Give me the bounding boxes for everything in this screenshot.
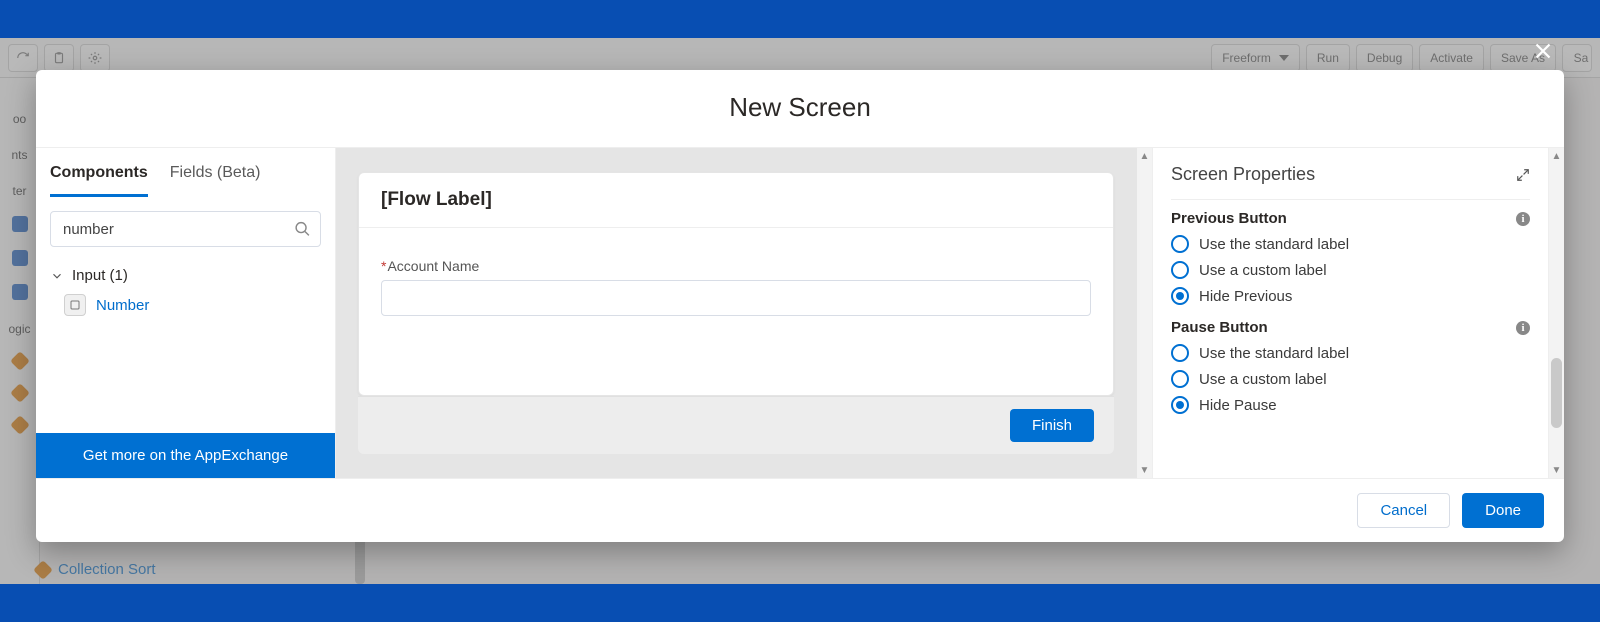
radio-icon [1171, 344, 1189, 362]
gear-icon[interactable] [80, 44, 110, 72]
chevron-down-icon [50, 269, 64, 283]
scroll-down-icon[interactable]: ▼ [1549, 462, 1564, 478]
appexchange-cta[interactable]: Get more on the AppExchange [36, 433, 335, 478]
clipboard-icon[interactable] [44, 44, 74, 72]
radio-prev-hide[interactable]: Hide Previous [1171, 287, 1530, 305]
bg-collection-sort: Collection Sort [36, 561, 156, 578]
group-label: Input (1) [72, 267, 128, 284]
component-panel: Components Fields (Beta) Input (1) Num [36, 148, 336, 478]
refresh-icon[interactable] [8, 44, 38, 72]
layout-mode-label: Freeform [1222, 51, 1271, 65]
modal-title: New Screen [36, 70, 1564, 148]
radio-pause-standard[interactable]: Use the standard label [1171, 344, 1530, 362]
activate-button[interactable]: Activate [1419, 44, 1484, 72]
radio-icon [1171, 235, 1189, 253]
bg-element-palette: oo nts ter ogic [0, 78, 40, 584]
properties-title: Screen Properties [1171, 164, 1315, 185]
flow-label: [Flow Label] [359, 173, 1113, 228]
palette-node [12, 216, 28, 232]
tab-components[interactable]: Components [50, 164, 148, 197]
debug-button[interactable]: Debug [1356, 44, 1413, 72]
radio-icon [1171, 287, 1189, 305]
component-item-number[interactable]: Number [36, 284, 335, 326]
component-search-input[interactable] [50, 211, 321, 247]
canvas-scrollbar[interactable]: ▲ ▼ [1136, 148, 1152, 478]
done-button[interactable]: Done [1462, 493, 1544, 528]
required-asterisk: * [381, 258, 386, 274]
screen-canvas[interactable]: [Flow Label] *Account Name [358, 172, 1114, 396]
component-item-label: Number [96, 297, 149, 314]
layout-mode-select[interactable]: Freeform [1211, 44, 1300, 72]
cancel-button[interactable]: Cancel [1357, 493, 1450, 528]
field-label: *Account Name [381, 258, 1091, 274]
search-icon[interactable] [294, 221, 311, 238]
radio-icon [1171, 261, 1189, 279]
scroll-up-icon[interactable]: ▲ [1549, 148, 1564, 164]
palette-node [12, 284, 28, 300]
diamond-icon [33, 560, 53, 580]
chevron-down-icon [1279, 55, 1289, 61]
radio-prev-custom[interactable]: Use a custom label [1171, 261, 1530, 279]
save-button-fragment[interactable]: Sa [1562, 44, 1592, 72]
new-screen-modal: New Screen Components Fields (Beta) Inpu… [36, 70, 1564, 542]
radio-icon [1171, 396, 1189, 414]
close-icon[interactable] [1530, 38, 1556, 64]
section-previous-title: Previous Button [1171, 210, 1287, 227]
section-pause-title: Pause Button [1171, 319, 1268, 336]
palette-node [12, 250, 28, 266]
scroll-up-icon[interactable]: ▲ [1137, 148, 1152, 164]
account-name-input[interactable] [381, 280, 1091, 316]
modal-footer: Cancel Done [36, 478, 1564, 542]
number-icon [64, 294, 86, 316]
radio-pause-custom[interactable]: Use a custom label [1171, 370, 1530, 388]
palette-node [10, 383, 30, 403]
screen-canvas-wrap: [Flow Label] *Account Name Finish ▲ ▼ [336, 148, 1152, 478]
palette-node [10, 415, 30, 435]
properties-panel: Screen Properties Previous Button i Use … [1152, 148, 1564, 478]
palette-node [10, 351, 30, 371]
properties-scrollbar[interactable]: ▲ ▼ [1548, 148, 1564, 478]
radio-icon [1171, 370, 1189, 388]
scrollbar-thumb[interactable] [1551, 358, 1562, 428]
info-icon[interactable]: i [1516, 321, 1530, 335]
radio-prev-standard[interactable]: Use the standard label [1171, 235, 1530, 253]
expand-icon[interactable] [1516, 168, 1530, 182]
screen-footer-bar: Finish [358, 396, 1114, 454]
radio-pause-hide[interactable]: Hide Pause [1171, 396, 1530, 414]
tab-fields[interactable]: Fields (Beta) [170, 164, 261, 197]
component-group-input[interactable]: Input (1) [36, 261, 335, 284]
scroll-down-icon[interactable]: ▼ [1137, 462, 1152, 478]
run-button[interactable]: Run [1306, 44, 1350, 72]
finish-button[interactable]: Finish [1010, 409, 1094, 442]
info-icon[interactable]: i [1516, 212, 1530, 226]
